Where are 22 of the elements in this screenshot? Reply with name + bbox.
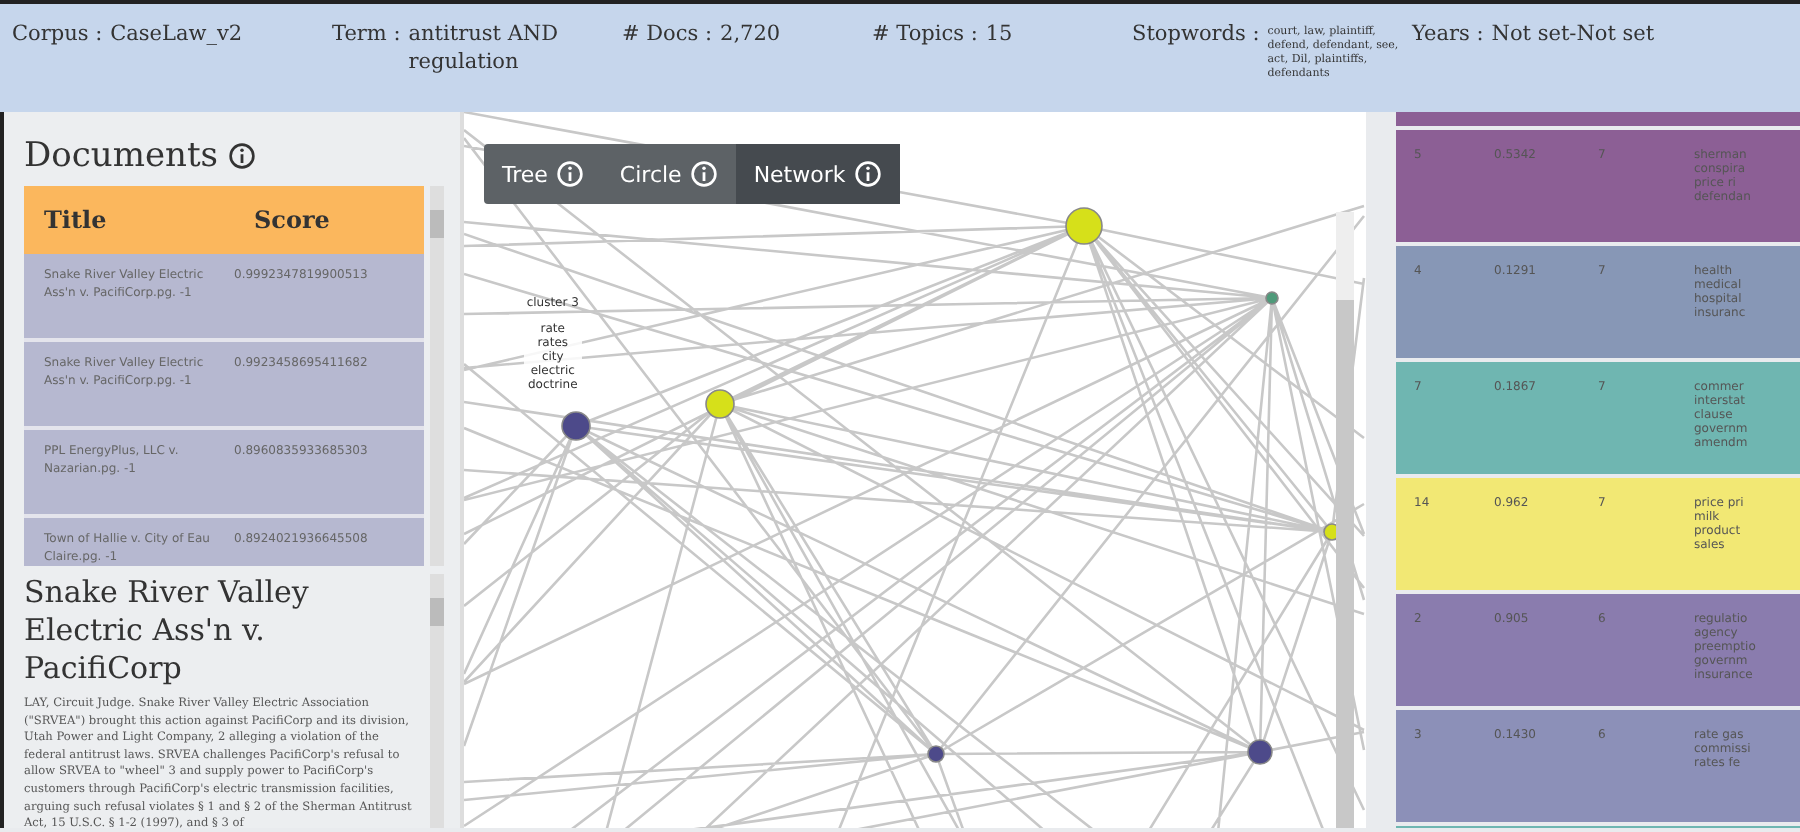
scrollbar[interactable] xyxy=(430,186,444,566)
header-label: Stopwords : xyxy=(1132,20,1260,48)
scrollbar[interactable] xyxy=(1336,212,1354,828)
header-label: # Topics : xyxy=(872,20,978,48)
header-value: antitrust AND regulation xyxy=(408,20,561,76)
scrollbar[interactable] xyxy=(430,574,444,828)
header-value: CaseLaw_v2 xyxy=(110,20,243,48)
column-header: Score xyxy=(252,206,330,234)
view-tab[interactable]: Circle xyxy=(601,144,736,204)
document-title: Snake River Valley Electric Ass'n v. PacifiCorp xyxy=(24,574,311,688)
header-label: Term : xyxy=(332,20,401,48)
panel-title: Documents xyxy=(24,136,219,176)
header-label: Corpus : xyxy=(12,20,103,48)
info-icon[interactable] xyxy=(228,142,257,170)
view-tab[interactable]: Tree xyxy=(484,144,602,204)
header-value: 2,720 xyxy=(720,20,781,48)
header-value: Not set-Not set xyxy=(1491,20,1655,48)
column-header: Title xyxy=(42,206,109,234)
view-tab[interactable]: Network xyxy=(735,144,900,204)
header-label: # Docs : xyxy=(622,20,713,48)
header-label: Years : xyxy=(1412,20,1484,48)
header-value: 15 xyxy=(985,20,1013,48)
